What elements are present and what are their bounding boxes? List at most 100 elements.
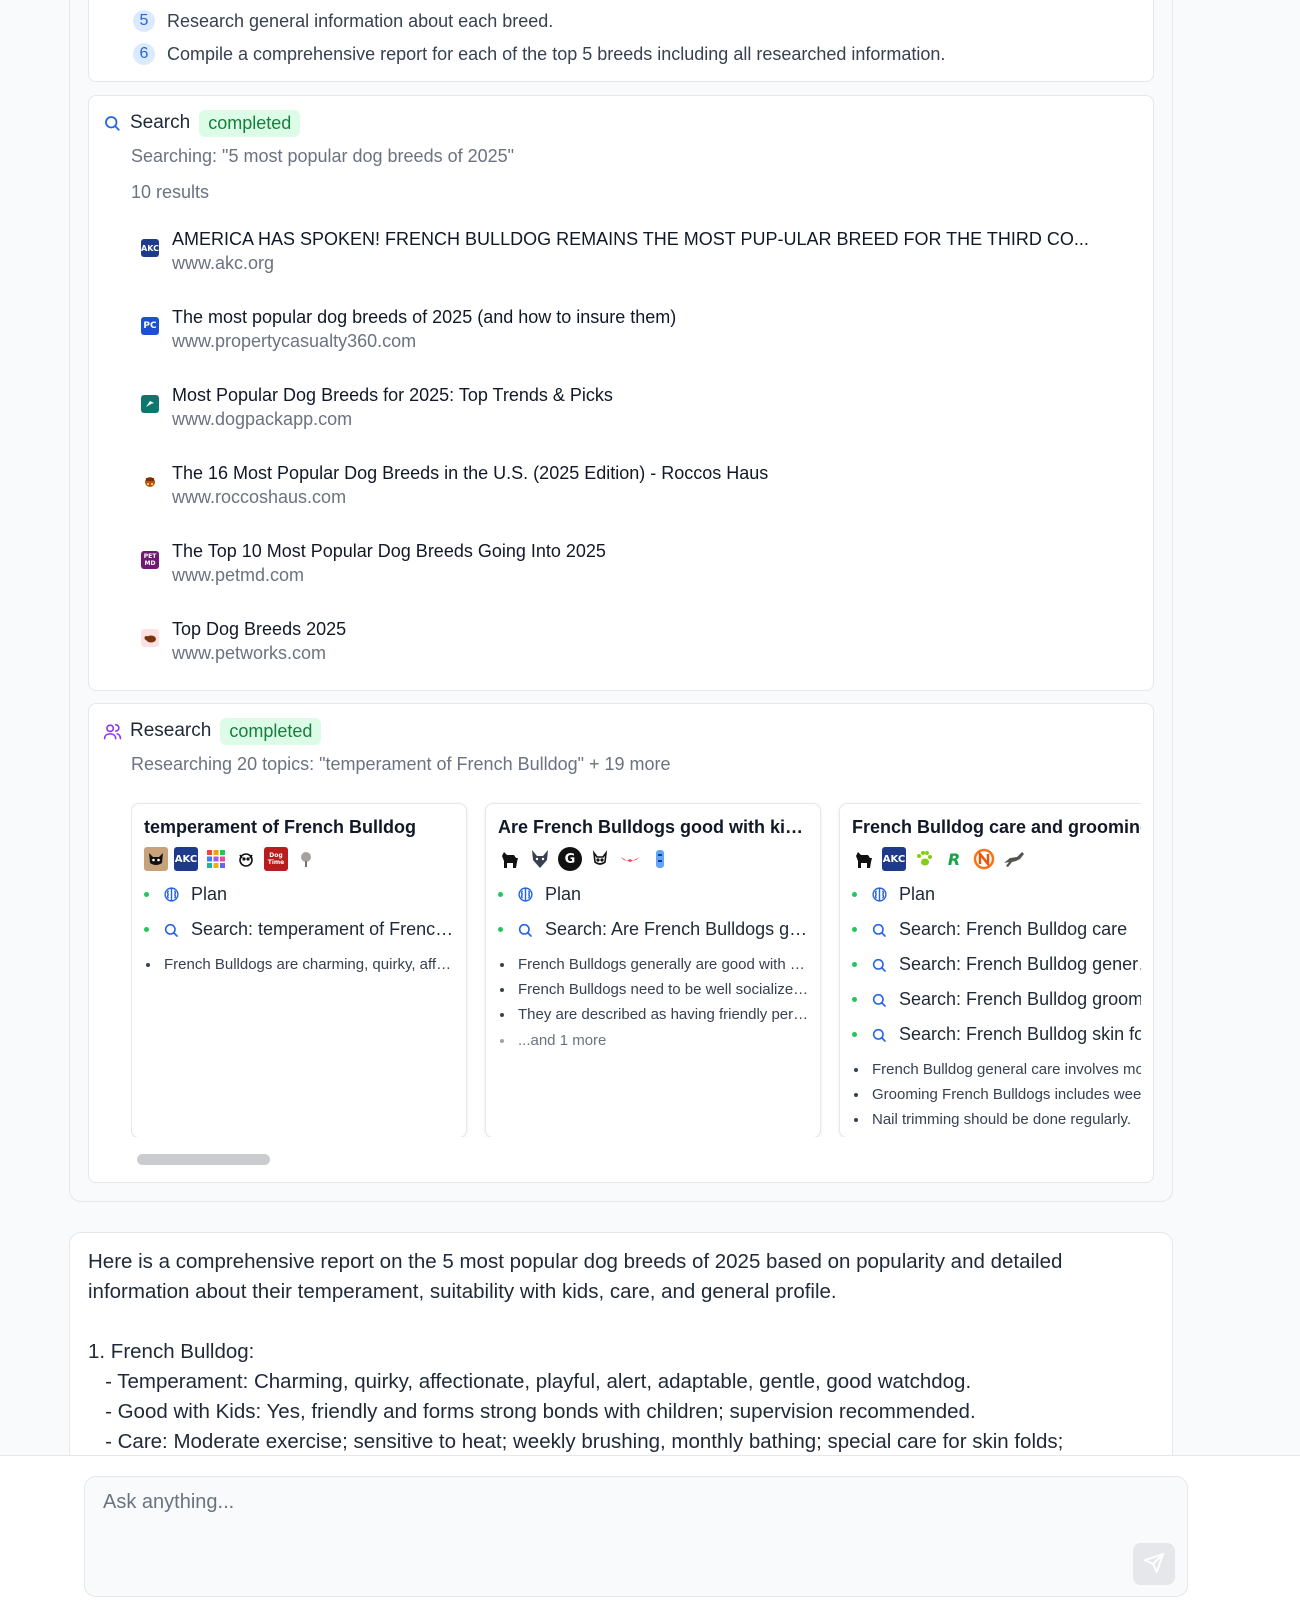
search-action: Search: French Bulldog general care bbox=[852, 954, 1141, 975]
roccos-favicon-icon bbox=[141, 473, 159, 491]
bulldog-silhouette-favicon-icon bbox=[498, 847, 522, 871]
search-icon bbox=[870, 1026, 888, 1044]
dog-outline-favicon-icon bbox=[588, 847, 612, 871]
plan-step-6: 6 Compile a comprehensive report for eac… bbox=[133, 43, 945, 65]
n-favicon-icon bbox=[972, 847, 996, 871]
research-header: Research completed bbox=[101, 716, 322, 746]
search-result[interactable]: Most Popular Dog Breeds for 2025: Top Tr… bbox=[141, 383, 613, 431]
search-card: Search completed Searching: "5 most popu… bbox=[88, 95, 1154, 691]
finding-bullet: Grooming French Bulldogs includes weekly… bbox=[854, 1086, 1141, 1103]
petmd-favicon-icon: PET MD bbox=[141, 551, 159, 569]
status-dot bbox=[852, 1032, 857, 1037]
step-text: Research general information about each … bbox=[167, 10, 554, 31]
result-url: www.dogpackapp.com bbox=[172, 409, 353, 429]
blue-dog-favicon-icon bbox=[648, 847, 672, 871]
topic-title: Are French Bulldogs good with kids? bbox=[498, 817, 810, 837]
research-topic-card[interactable]: temperament of French Bulldog AKC Dog Ti… bbox=[131, 803, 467, 1137]
result-title[interactable]: The 16 Most Popular Dog Breeds in the U.… bbox=[172, 461, 768, 485]
pc-favicon-icon: PC bbox=[141, 317, 159, 335]
akc-favicon-icon: AKC bbox=[174, 847, 198, 871]
search-action: Search: French Bulldog skin folds bbox=[852, 1024, 1141, 1045]
result-count: 10 results bbox=[131, 182, 210, 202]
users-icon bbox=[101, 720, 123, 742]
source-favicons: AKC Dog Time bbox=[144, 847, 318, 871]
send-button[interactable] bbox=[1133, 1543, 1175, 1585]
chat-input[interactable] bbox=[103, 1491, 1083, 1551]
french-bulldog-favicon-icon bbox=[144, 847, 168, 871]
status-badge: completed bbox=[220, 717, 322, 745]
g-favicon-icon: G bbox=[558, 847, 582, 871]
finding-bullet: They are described as having friendly pe… bbox=[500, 1006, 810, 1023]
brain-icon bbox=[870, 886, 888, 904]
akc-favicon-icon: AKC bbox=[141, 239, 159, 257]
answer-text: Here is a comprehensive report on the 5 … bbox=[88, 1250, 1064, 1453]
research-cards-scroller[interactable]: temperament of French Bulldog AKC Dog Ti… bbox=[131, 797, 1141, 1137]
petworks-favicon-icon bbox=[141, 629, 159, 647]
status-dot bbox=[852, 962, 857, 967]
pink-favicon-icon bbox=[618, 847, 642, 871]
search-result[interactable]: PET MD The Top 10 Most Popular Dog Breed… bbox=[141, 539, 606, 587]
search-result[interactable]: The 16 Most Popular Dog Breeds in the U.… bbox=[141, 461, 768, 509]
running-dog-favicon-icon bbox=[1002, 847, 1026, 871]
research-topic-card[interactable]: French Bulldog care and grooming AKC R P… bbox=[839, 803, 1141, 1137]
research-subtitle: Researching 20 topics: "temperament of F… bbox=[131, 754, 671, 774]
source-favicons: G bbox=[498, 847, 672, 871]
search-icon bbox=[162, 921, 180, 939]
plan-action: Plan bbox=[144, 884, 456, 905]
brain-icon bbox=[516, 886, 534, 904]
result-url: www.akc.org bbox=[172, 253, 275, 273]
result-title[interactable]: The Top 10 Most Popular Dog Breeds Going… bbox=[172, 539, 606, 563]
search-result[interactable]: AKC AMERICA HAS SPOKEN! FRENCH BULLDOG R… bbox=[141, 227, 1089, 275]
search-query: Searching: "5 most popular dog breeds of… bbox=[131, 146, 515, 166]
finding-bullet: French Bulldogs generally are good with … bbox=[500, 956, 810, 973]
research-topic-card[interactable]: Are French Bulldogs good with kids? G Pl… bbox=[485, 803, 821, 1137]
search-action: Search: French Bulldog care bbox=[852, 919, 1141, 940]
research-title: Research bbox=[130, 720, 212, 741]
status-dot bbox=[144, 927, 149, 932]
finding-bullet: French Bulldog general care involves mod… bbox=[854, 1061, 1141, 1078]
status-badge: completed bbox=[199, 109, 301, 137]
search-result[interactable]: Top Dog Breeds 2025 www.petworks.com bbox=[141, 617, 346, 665]
result-url: www.petworks.com bbox=[172, 643, 327, 663]
plan-card: 5 Research general information about eac… bbox=[88, 0, 1154, 82]
topic-title: French Bulldog care and grooming bbox=[852, 817, 1141, 837]
result-url: www.propertycasualty360.com bbox=[172, 331, 417, 351]
grid-favicon-icon bbox=[204, 847, 228, 871]
finding-bullet: Nail trimming should be done regularly. bbox=[854, 1111, 1141, 1128]
composer bbox=[84, 1476, 1188, 1597]
bulldog-silhouette-favicon-icon bbox=[852, 847, 876, 871]
status-dot bbox=[498, 892, 503, 897]
search-icon bbox=[101, 112, 123, 134]
finding-bullet: French Bulldogs are charming, quirky, af… bbox=[146, 956, 456, 973]
topic-title: temperament of French Bulldog bbox=[144, 817, 417, 837]
plan-action: Plan bbox=[498, 884, 810, 905]
search-result[interactable]: PC The most popular dog breeds of 2025 (… bbox=[141, 305, 676, 353]
result-title[interactable]: Top Dog Breeds 2025 bbox=[172, 617, 346, 641]
send-icon bbox=[1143, 1552, 1165, 1577]
more-findings[interactable]: ...and 1 more bbox=[500, 1032, 810, 1049]
plan-step-5: 5 Research general information about eac… bbox=[133, 10, 553, 32]
composer-bar bbox=[0, 1455, 1300, 1610]
tree-favicon-icon bbox=[294, 847, 318, 871]
paw-favicon-icon bbox=[912, 847, 936, 871]
wolf-favicon-icon bbox=[528, 847, 552, 871]
search-title: Search bbox=[130, 112, 191, 133]
search-icon bbox=[516, 921, 534, 939]
brain-icon bbox=[162, 886, 180, 904]
result-title[interactable]: Most Popular Dog Breeds for 2025: Top Tr… bbox=[172, 383, 613, 407]
status-dot bbox=[852, 892, 857, 897]
result-url: www.roccoshaus.com bbox=[172, 487, 347, 507]
horizontal-scrollbar[interactable] bbox=[137, 1154, 270, 1165]
akc-favicon-icon: AKC bbox=[882, 847, 906, 871]
finding-bullet: French Bulldogs need to be well socializ… bbox=[500, 981, 810, 998]
result-title[interactable]: The most popular dog breeds of 2025 (and… bbox=[172, 305, 676, 329]
status-dot bbox=[852, 927, 857, 932]
step-number: 5 bbox=[133, 10, 155, 32]
search-icon bbox=[870, 921, 888, 939]
search-icon bbox=[870, 956, 888, 974]
plan-action: Plan bbox=[852, 884, 1141, 905]
research-card: Research completed Researching 20 topics… bbox=[88, 703, 1154, 1183]
search-icon bbox=[870, 991, 888, 1009]
result-title[interactable]: AMERICA HAS SPOKEN! FRENCH BULLDOG REMAI… bbox=[172, 227, 1089, 251]
search-action: Search: French Bulldog grooming bbox=[852, 989, 1141, 1010]
